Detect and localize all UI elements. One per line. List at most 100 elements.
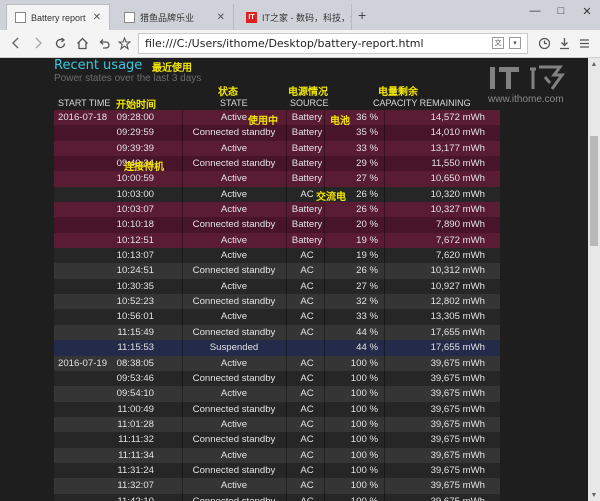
cell-capacity: 39,675 mWh <box>430 357 485 369</box>
reader-mode-icon[interactable]: 文 <box>492 37 504 49</box>
cell-source: AC <box>300 449 314 461</box>
column-divider <box>384 294 385 310</box>
column-divider <box>286 493 287 501</box>
cell-time: 10:03:07 <box>116 204 154 216</box>
cell-source: Battery <box>291 127 323 139</box>
cell-state: Active <box>220 142 248 154</box>
download-icon[interactable] <box>554 33 574 53</box>
new-tab-button[interactable]: + <box>358 7 366 23</box>
scroll-down-icon[interactable]: ▼ <box>588 489 600 501</box>
vertical-scrollbar[interactable]: ▲ ▼ <box>588 58 600 501</box>
column-divider <box>182 447 183 463</box>
cell-capacity: 14,572 mWh <box>430 112 485 123</box>
cell-percent: 27 % <box>356 173 378 185</box>
column-divider <box>384 370 385 387</box>
cell-capacity: 7,620 mWh <box>435 250 485 262</box>
cell-percent: 100 % <box>350 449 378 461</box>
annotation-battery: 电池 <box>330 116 350 127</box>
scroll-thumb[interactable] <box>590 136 598 246</box>
tab-ithome[interactable]: IT IT之家 - 数码，科技，生 ✕ <box>238 4 352 30</box>
table-row: 11:11:32 Connected standby AC 100 % 39,675 m… <box>54 432 500 448</box>
cell-state: Active <box>220 204 248 216</box>
cell-capacity: 13,305 mWh <box>430 311 485 323</box>
close-tab-icon[interactable]: ✕ <box>87 12 101 23</box>
column-divider <box>384 202 385 218</box>
column-divider <box>182 370 183 387</box>
table-row: 11:31:24 Connected standby AC 100 % 39,675 m… <box>54 462 500 479</box>
cell-percent: 26 % <box>356 265 378 277</box>
tab-second[interactable]: 猎鱼品牌乐业 ✕ <box>116 4 234 30</box>
cell-state: Active <box>220 188 248 200</box>
column-divider <box>286 324 287 341</box>
address-bar[interactable]: file:///C:/Users/ithome/Desktop/battery-… <box>138 33 528 54</box>
annotation-ac: 交流电 <box>316 192 346 203</box>
table-row: 2016-07-19 08:38:05 Active AC 100 % 39,675 mW… <box>54 355 500 371</box>
column-divider <box>182 478 183 494</box>
column-divider <box>324 110 325 126</box>
cell-percent: 100 % <box>350 434 378 446</box>
home-icon[interactable] <box>72 33 92 53</box>
column-divider <box>182 386 183 402</box>
cell-capacity: 14,010 mWh <box>430 127 485 139</box>
menu-icon[interactable] <box>574 33 594 53</box>
cell-percent: 100 % <box>350 357 378 369</box>
column-divider <box>384 171 385 187</box>
column-divider <box>286 186 287 203</box>
column-divider <box>324 232 325 249</box>
table-row: 11:01:28 Active AC 100 % 39,675 mWh <box>54 416 500 433</box>
scroll-up-icon[interactable]: ▲ <box>588 58 600 70</box>
table-row: 10:03:07 Active Battery 26 % 10,327 mWh <box>54 202 500 218</box>
column-divider <box>384 248 385 264</box>
column-divider <box>182 462 183 479</box>
undo-close-icon[interactable] <box>94 33 114 53</box>
section-title: Recent usage <box>54 58 143 73</box>
column-divider <box>384 478 385 494</box>
tab-battery-report[interactable]: Battery report ✕ <box>6 4 110 30</box>
table-row: 10:00:59 Active Battery 27 % 10,650 mWh <box>54 171 500 187</box>
page-actions-icon[interactable]: ▾ <box>509 37 521 49</box>
maximize-button[interactable]: □ <box>548 0 574 22</box>
column-divider <box>324 294 325 310</box>
column-divider <box>286 294 287 310</box>
table-row: 10:30:35 Active AC 27 % 10,927 mWh <box>54 278 500 295</box>
forward-icon[interactable] <box>28 33 48 53</box>
column-divider <box>324 416 325 433</box>
document-icon <box>124 11 135 23</box>
battery-report-page: Recent usage Power states over the last … <box>0 58 588 501</box>
cell-time: 10:10:18 <box>116 219 154 231</box>
cell-capacity: 10,327 mWh <box>430 204 485 216</box>
cell-time: 09:28:00 <box>116 112 154 123</box>
column-divider <box>324 171 325 187</box>
tab-bar: Battery report ✕ 猎鱼品牌乐业 ✕ IT IT之家 - 数码，科… <box>0 0 600 30</box>
cell-state: Active <box>220 388 248 400</box>
column-divider <box>286 156 287 172</box>
cell-capacity: 10,927 mWh <box>430 280 485 292</box>
cell-percent: 35 % <box>356 127 378 139</box>
column-divider <box>182 202 183 218</box>
table-row: 10:12:51 Active Battery 19 % 7,672 mWh <box>54 232 500 249</box>
ithome-icon: IT <box>246 11 257 23</box>
back-icon[interactable] <box>6 33 26 53</box>
cell-state: Connected standby <box>192 464 276 476</box>
cell-percent: 100 % <box>350 480 378 492</box>
cell-time: 11:01:28 <box>117 418 154 430</box>
column-divider <box>286 478 287 494</box>
favorite-star-icon[interactable] <box>114 33 134 53</box>
table-row: 09:54:10 Active AC 100 % 39,675 mWh <box>54 386 500 402</box>
cell-state: Connected standby <box>192 434 276 446</box>
column-divider <box>286 232 287 249</box>
column-divider <box>182 324 183 341</box>
cell-time: 10:30:35 <box>116 280 154 292</box>
column-divider <box>286 278 287 295</box>
cell-percent: 44 % <box>356 326 378 338</box>
cell-capacity: 17,655 mWh <box>430 342 485 354</box>
browser-toolbar: file:///C:/Users/ithome/Desktop/battery-… <box>0 30 600 58</box>
close-window-button[interactable]: ✕ <box>574 0 600 22</box>
refresh-icon[interactable] <box>50 33 70 53</box>
history-icon[interactable] <box>534 33 554 53</box>
document-icon <box>15 12 26 23</box>
cell-source: AC <box>300 434 314 446</box>
cell-source: AC <box>300 388 314 400</box>
minimize-button[interactable]: — <box>522 0 548 22</box>
close-tab-icon[interactable]: ✕ <box>211 12 225 23</box>
